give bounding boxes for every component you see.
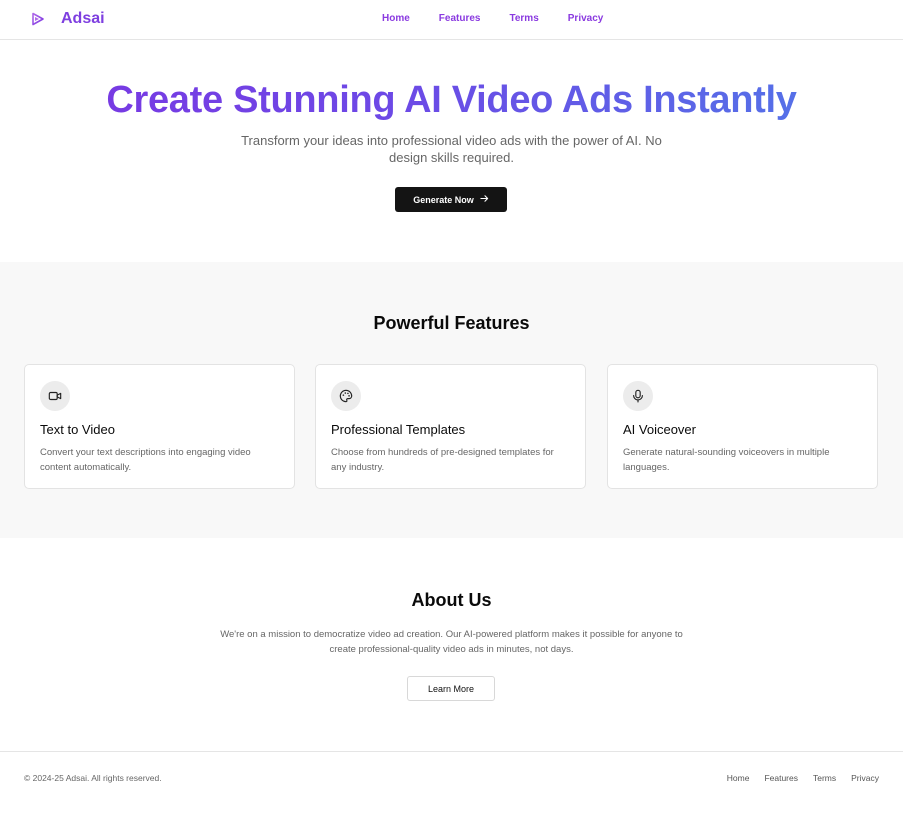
feature-card-text-to-video: Text to Video Convert your text descript… (24, 364, 295, 489)
nav-terms[interactable]: Terms (509, 13, 538, 24)
footer-link-privacy[interactable]: Privacy (851, 773, 879, 783)
feature-card-description: Convert your text descriptions into enga… (40, 447, 251, 473)
feature-card-title: Professional Templates (331, 422, 466, 437)
hero-section: Create Stunning AI Video Ads Instantly T… (0, 40, 903, 262)
brand[interactable]: Adsai (31, 10, 105, 28)
features-title: Powerful Features (373, 313, 530, 333)
copyright-text: © 2024-25 Adsai. All rights reserved. (24, 773, 162, 783)
feature-card-professional-templates: Professional Templates Choose from hundr… (315, 364, 586, 489)
about-text: We're on a mission to democratize video … (220, 629, 683, 655)
nav-features[interactable]: Features (439, 13, 481, 24)
feature-card-description: Generate natural-sounding voiceovers in … (623, 447, 830, 473)
feature-card-ai-voiceover: AI Voiceover Generate natural-sounding v… (607, 364, 878, 489)
main-nav: Home Features Terms Privacy (382, 13, 603, 24)
footer-link-features[interactable]: Features (764, 773, 798, 783)
arrow-right-icon (480, 194, 489, 205)
brand-name: Adsai (61, 10, 105, 27)
footer-link-home[interactable]: Home (727, 773, 750, 783)
play-triangle-icon (31, 12, 45, 26)
nav-privacy[interactable]: Privacy (568, 13, 604, 24)
feature-card-description: Choose from hundreds of pre-designed tem… (331, 447, 554, 473)
footer-nav: Home Features Terms Privacy (727, 773, 879, 783)
palette-icon (331, 381, 361, 411)
microphone-icon (623, 381, 653, 411)
site-footer: © 2024-25 Adsai. All rights reserved. Ho… (0, 751, 903, 816)
feature-card-title: AI Voiceover (623, 422, 696, 437)
about-title: About Us (411, 590, 492, 610)
generate-now-button[interactable]: Generate Now (395, 187, 507, 212)
generate-now-label: Generate Now (413, 194, 474, 205)
features-section: Powerful Features Text to Video Convert … (0, 262, 903, 538)
hero-subtitle: Transform your ideas into professional v… (241, 133, 662, 165)
site-header: Adsai Home Features Terms Privacy (0, 0, 903, 40)
learn-more-button[interactable]: Learn More (407, 676, 495, 701)
video-camera-icon (40, 381, 70, 411)
footer-link-terms[interactable]: Terms (813, 773, 836, 783)
nav-home[interactable]: Home (382, 13, 410, 24)
hero-title: Create Stunning AI Video Ads Instantly (0, 78, 903, 122)
feature-card-title: Text to Video (40, 422, 115, 437)
about-section: About Us We're on a mission to democrati… (0, 538, 903, 751)
